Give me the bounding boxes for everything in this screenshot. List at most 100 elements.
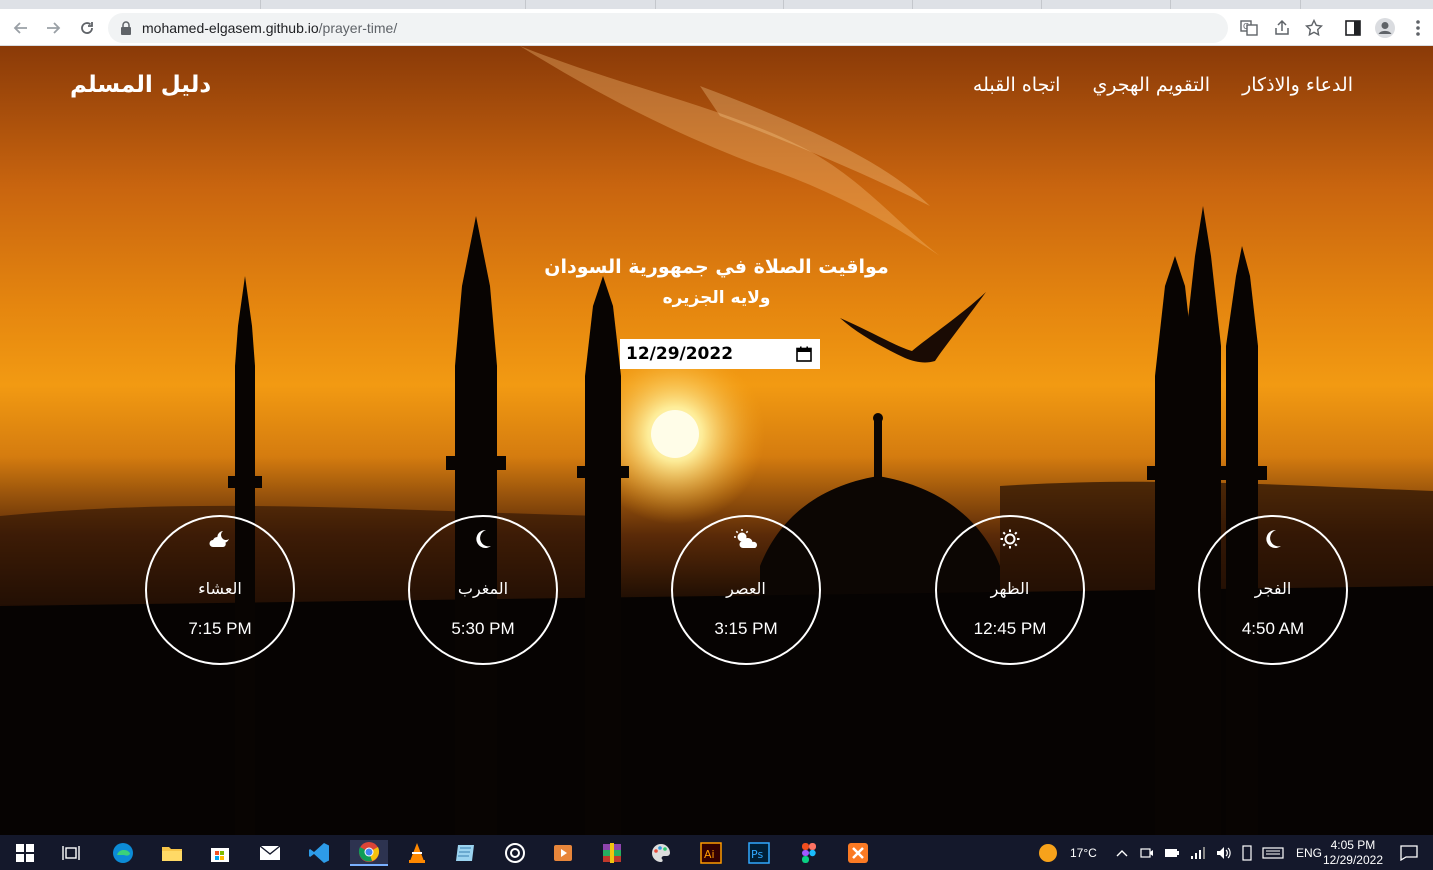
tab-separator <box>260 0 261 9</box>
date-picker-input[interactable]: 12/29/2022 <box>620 339 820 369</box>
prayer-time: 3:15 PM <box>714 619 778 638</box>
sun-icon <box>1000 529 1020 549</box>
taskbar-winrar[interactable] <box>599 840 625 866</box>
cloud-moon-icon <box>209 531 229 547</box>
prayer-card-fajr: الفجر 4:50 AM <box>1198 515 1348 665</box>
windows-taskbar: Ai Ps 17°C ENG 4:05 PM 12/29/2022 <box>0 835 1433 870</box>
page-viewport: دليل المسلم الدعاء والاذكار التقويم الهج… <box>0 46 1433 835</box>
taskbar-edge[interactable] <box>110 840 136 866</box>
prayer-time: 4:50 AM <box>1241 619 1305 638</box>
side-panel-button[interactable] <box>1342 17 1364 39</box>
back-button[interactable] <box>8 15 34 41</box>
prayer-time: 7:15 PM <box>188 619 252 638</box>
taskbar-vlc[interactable] <box>404 840 430 866</box>
tab-separator <box>525 0 526 9</box>
taskbar-app-notes[interactable] <box>452 840 478 866</box>
nav-item-adhkar[interactable]: الدعاء والاذكار <box>1242 74 1353 96</box>
prayer-name: المغرب <box>457 579 509 598</box>
keyboard-icon[interactable] <box>1262 846 1284 859</box>
prayer-time: 5:30 PM <box>451 619 515 638</box>
tab-separator <box>655 0 656 9</box>
network-icon[interactable] <box>1190 846 1206 859</box>
notifications-button[interactable] <box>1396 840 1422 866</box>
taskbar-chrome[interactable] <box>350 840 388 866</box>
notes-icon <box>456 845 474 861</box>
url-text: mohamed-elgasem.github.io/prayer-time/ <box>142 20 398 36</box>
vscode-icon <box>309 843 329 863</box>
lock-icon <box>121 21 131 35</box>
weather-sun-icon <box>1039 843 1057 862</box>
avatar-icon <box>1375 18 1395 38</box>
svg-text:Ps: Ps <box>751 848 763 861</box>
prayer-card-maghrib: المغرب 5:30 PM <box>408 515 558 665</box>
moon-icon <box>476 529 491 548</box>
clock-date: 12/29/2022 <box>1322 853 1383 867</box>
weather-temp: 17°C <box>1070 845 1097 860</box>
prayer-card-asr: العصر 3:15 PM <box>671 515 821 665</box>
menu-button[interactable] <box>1407 17 1429 39</box>
meet-now-icon[interactable] <box>1140 846 1154 860</box>
reload-button[interactable] <box>74 15 100 41</box>
prayer-card-dhuhr: الظهر 12:45 PM <box>935 515 1085 665</box>
forward-button[interactable] <box>40 15 66 41</box>
chevron-up-icon[interactable] <box>1116 848 1128 858</box>
translate-button[interactable]: G <box>1238 17 1260 39</box>
taskbar-figma[interactable] <box>796 840 822 866</box>
prayer-name: العصر <box>726 579 766 598</box>
language-indicator[interactable]: ENG <box>1296 846 1322 860</box>
task-view-button[interactable] <box>58 840 84 866</box>
xampp-icon <box>848 843 868 863</box>
browser-toolbar: mohamed-elgasem.github.io/prayer-time/ G <box>0 9 1433 46</box>
arrow-right-icon <box>47 22 61 34</box>
cloud-sun-icon <box>734 529 757 548</box>
taskbar-file-explorer[interactable] <box>159 840 185 866</box>
weather-widget[interactable]: 17°C <box>1038 835 1097 870</box>
taskbar-illustrator[interactable]: Ai <box>698 840 724 866</box>
arrow-left-icon <box>13 22 27 34</box>
prayer-card-isha: العشاء 7:15 PM <box>145 515 295 665</box>
taskbar-store[interactable] <box>207 840 233 866</box>
star-icon <box>1305 19 1323 37</box>
taskbar-xampp[interactable] <box>845 840 871 866</box>
side-panel-icon <box>1345 20 1361 36</box>
tab-separator <box>1300 0 1301 9</box>
taskbar-mail[interactable] <box>257 840 283 866</box>
share-button[interactable] <box>1271 17 1293 39</box>
volume-icon[interactable] <box>1216 846 1232 860</box>
illustrator-icon: Ai <box>700 842 722 864</box>
start-button[interactable] <box>12 840 38 866</box>
profile-button[interactable] <box>1374 17 1396 39</box>
task-view-icon <box>62 846 80 860</box>
store-icon <box>211 848 229 862</box>
battery-icon[interactable] <box>1164 847 1180 859</box>
svg-text:Ai: Ai <box>704 848 715 861</box>
site-brand[interactable]: دليل المسلم <box>70 72 211 98</box>
page-subtitle: ولايه الجزيره <box>662 288 771 308</box>
edge-icon <box>113 843 133 863</box>
bookmark-button[interactable] <box>1303 17 1325 39</box>
calendar-icon[interactable] <box>796 346 812 362</box>
tab-separator <box>783 0 784 9</box>
date-value: 12/29/2022 <box>626 344 734 364</box>
winrar-icon <box>603 843 621 863</box>
pen-icon[interactable] <box>1242 844 1252 861</box>
taskbar-clock[interactable]: 4:05 PM 12/29/2022 <box>1323 838 1383 868</box>
photoshop-icon: Ps <box>748 842 770 864</box>
taskbar-paint[interactable] <box>648 840 674 866</box>
taskbar-photoshop[interactable]: Ps <box>746 840 772 866</box>
taskbar-media-player[interactable] <box>550 840 576 866</box>
mail-icon <box>259 845 281 860</box>
tab-strip <box>0 0 1433 9</box>
address-bar[interactable]: mohamed-elgasem.github.io/prayer-time/ <box>108 13 1228 43</box>
paint-palette-icon <box>652 844 670 862</box>
prayer-name: الظهر <box>990 579 1030 598</box>
reload-icon <box>81 22 93 34</box>
translate-icon: G <box>1240 20 1258 36</box>
nav-item-hijri-calendar[interactable]: التقويم الهجري <box>1092 74 1210 96</box>
prayer-name: العشاء <box>198 579 242 598</box>
taskbar-app-target[interactable] <box>502 840 528 866</box>
taskbar-vscode[interactable] <box>306 840 332 866</box>
vlc-icon <box>409 843 425 863</box>
target-icon <box>505 843 525 863</box>
nav-item-qibla[interactable]: اتجاه القبله <box>973 74 1061 96</box>
